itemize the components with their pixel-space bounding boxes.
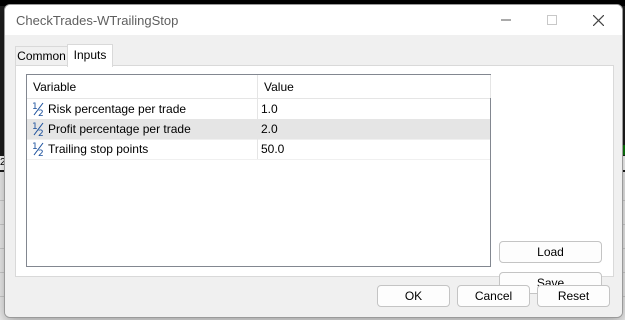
minimize-icon bbox=[501, 19, 511, 21]
table-row[interactable]: 12 Trailing stop points 50.0 bbox=[27, 139, 490, 160]
tab-inputs[interactable]: Inputs bbox=[67, 44, 113, 67]
column-header-value[interactable]: Value bbox=[258, 75, 491, 98]
variable-cell: 12 Trailing stop points bbox=[27, 139, 258, 159]
variable-name: Profit percentage per trade bbox=[48, 122, 191, 136]
inputs-table: Variable Value 12 Risk percentage per tr… bbox=[26, 74, 491, 267]
value-cell[interactable]: 2.0 bbox=[261, 119, 278, 139]
svg-text:2: 2 bbox=[38, 149, 44, 157]
value-cell[interactable]: 50.0 bbox=[261, 139, 284, 159]
table-row[interactable]: 12 Profit percentage per trade 2.0 bbox=[27, 119, 490, 140]
half-fraction-icon: 12 bbox=[32, 140, 46, 158]
tab-common[interactable]: Common bbox=[15, 46, 68, 66]
maximize-button[interactable] bbox=[529, 5, 575, 35]
variable-cell: 12 Risk percentage per trade bbox=[27, 99, 258, 119]
close-icon bbox=[592, 14, 604, 26]
variable-cell: 12 Profit percentage per trade bbox=[27, 119, 258, 139]
screen: 20 2 0.01 1.24600 CheckTrades-WTrailingS… bbox=[0, 0, 625, 320]
maximize-icon bbox=[547, 15, 557, 25]
cancel-button[interactable]: Cancel bbox=[457, 285, 530, 307]
ok-button[interactable]: OK bbox=[377, 285, 450, 307]
svg-text:2: 2 bbox=[38, 109, 44, 117]
table-row[interactable]: 12 Risk percentage per trade 1.0 bbox=[27, 99, 490, 120]
value-cell[interactable]: 1.0 bbox=[261, 99, 278, 119]
inputs-tab-panel: Variable Value 12 Risk percentage per tr… bbox=[15, 65, 614, 294]
properties-dialog: CheckTrades-WTrailingStop Common Inputs … bbox=[4, 4, 623, 318]
window-title: CheckTrades-WTrailingStop bbox=[16, 13, 179, 28]
variable-name: Risk percentage per trade bbox=[48, 102, 187, 116]
close-button[interactable] bbox=[575, 5, 621, 35]
svg-text:2: 2 bbox=[38, 129, 44, 137]
column-header-variable[interactable]: Variable bbox=[27, 75, 258, 98]
dialog-body: Common Inputs Variable Value 12 Risk per… bbox=[5, 35, 622, 317]
reset-button[interactable]: Reset bbox=[537, 285, 610, 307]
table-header: Variable Value bbox=[27, 75, 491, 99]
minimize-button[interactable] bbox=[483, 5, 529, 35]
variable-name: Trailing stop points bbox=[48, 142, 149, 156]
half-fraction-icon: 12 bbox=[32, 100, 46, 118]
title-bar[interactable]: CheckTrades-WTrailingStop bbox=[5, 5, 622, 35]
half-fraction-icon: 12 bbox=[32, 120, 46, 138]
load-button[interactable]: Load bbox=[499, 241, 602, 263]
